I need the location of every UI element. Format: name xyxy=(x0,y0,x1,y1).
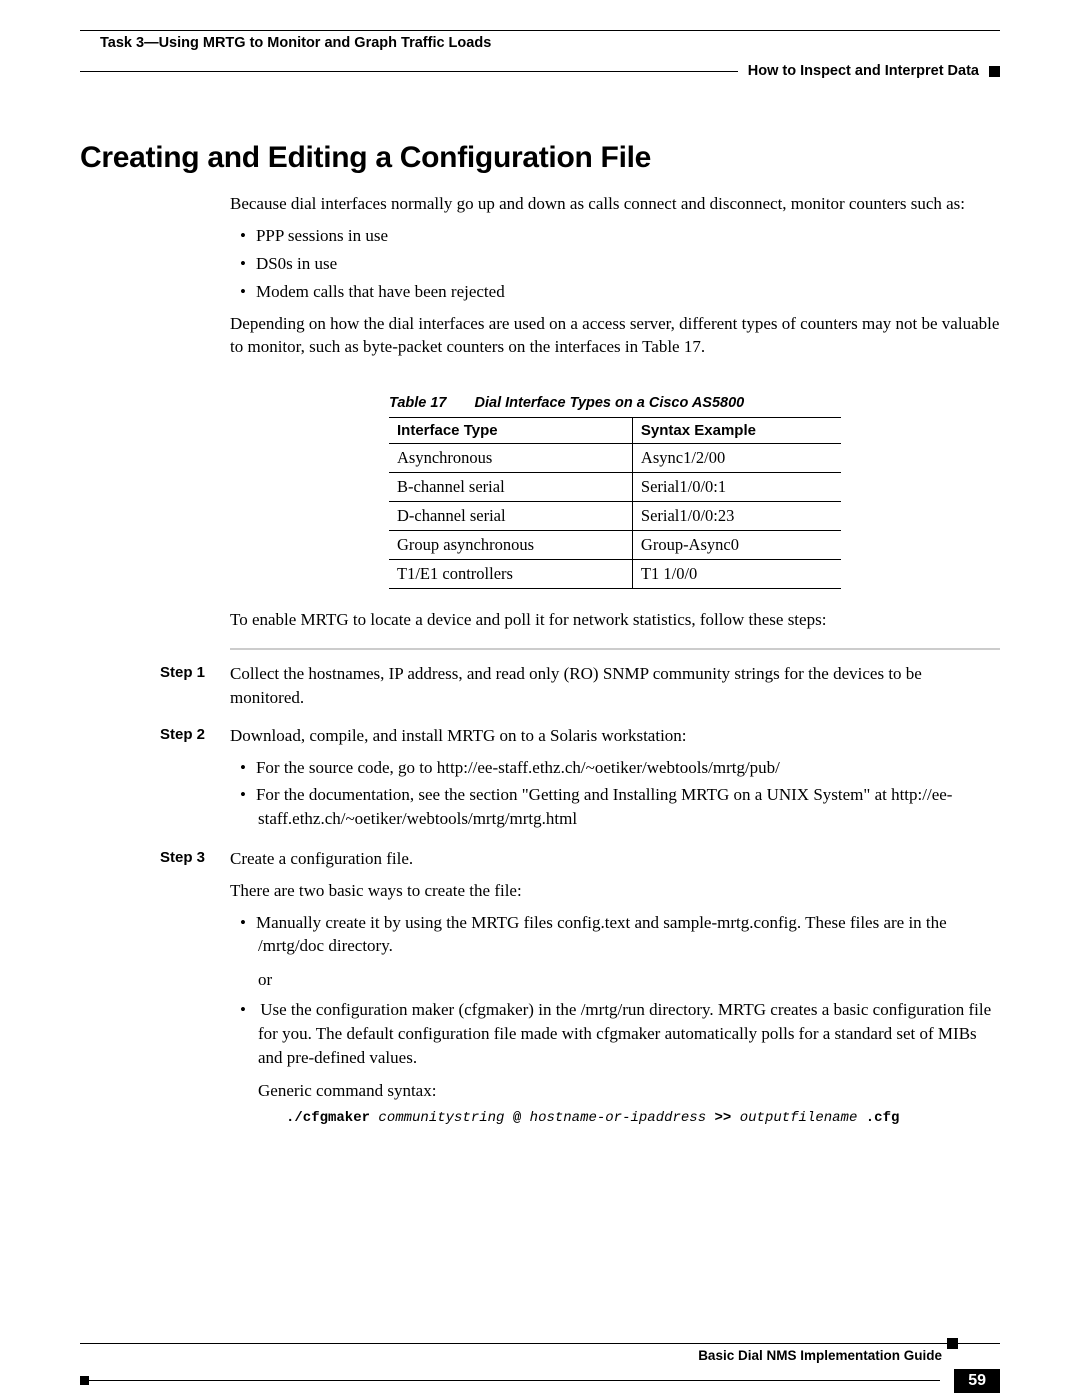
step-text: Collect the hostnames, IP address, and r… xyxy=(230,662,1000,710)
cell: T1 1/0/0 xyxy=(632,560,841,589)
step-row: Step 2 Download, compile, and install MR… xyxy=(160,724,1000,841)
or-text: or xyxy=(258,968,1000,992)
col-header: Syntax Example xyxy=(632,418,841,444)
subsection-title: How to Inspect and Interpret Data xyxy=(748,57,979,85)
step-row: Step 3 Create a configuration file. Ther… xyxy=(160,847,1000,1139)
list-item: Modem calls that have been rejected xyxy=(230,280,1000,304)
intro-bullets: PPP sessions in use DS0s in use Modem ca… xyxy=(230,224,1000,303)
page-number: 59 xyxy=(954,1369,1000,1393)
cell: T1/E1 controllers xyxy=(389,560,632,589)
step-row: Step 1 Collect the hostnames, IP address… xyxy=(160,662,1000,718)
code-token: hostname-or-ipaddress xyxy=(530,1110,706,1126)
interface-table: Interface Type Syntax Example Asynchrono… xyxy=(389,417,841,589)
after-table-paragraph: To enable MRTG to locate a device and po… xyxy=(230,609,1000,632)
table-row: Asynchronous Async1/2/00 xyxy=(389,444,841,473)
code-token: communitystring xyxy=(378,1110,504,1126)
list-item: For the source code, go to http://ee-sta… xyxy=(230,756,1000,780)
cell: Async1/2/00 xyxy=(632,444,841,473)
step-body: Create a configuration file. There are t… xyxy=(230,847,1000,1139)
table-caption: Table 17 Dial Interface Types on a Cisco… xyxy=(389,395,841,411)
step-text: Create a configuration file. xyxy=(230,847,1000,871)
step-bullets: Manually create it by using the MRTG fil… xyxy=(230,911,1000,959)
list-item: Use the configuration maker (cfgmaker) i… xyxy=(230,998,1000,1129)
cell: Group-Async0 xyxy=(632,531,841,560)
corner-square-icon xyxy=(80,1376,89,1385)
code-line: ./cfgmaker communitystring @ hostname-or… xyxy=(286,1109,1000,1129)
code-token: >> xyxy=(715,1110,732,1126)
list-item: PPP sessions in use xyxy=(230,224,1000,248)
step-body: Download, compile, and install MRTG on t… xyxy=(230,724,1000,841)
footer: Basic Dial NMS Implementation Guide 59 xyxy=(80,1343,1000,1363)
step-text: Download, compile, and install MRTG on t… xyxy=(230,724,1000,748)
header-sub-rule: How to Inspect and Interpret Data xyxy=(80,57,1000,85)
body-block: Because dial interfaces normally go up a… xyxy=(230,193,1000,632)
square-icon xyxy=(947,1338,958,1349)
task-header: Task 3—Using MRTG to Monitor and Graph T… xyxy=(80,31,1000,57)
step-bullets: For the source code, go to http://ee-sta… xyxy=(230,756,1000,831)
intro-paragraph: Because dial interfaces normally go up a… xyxy=(230,193,1000,216)
cell: Serial1/0/0:23 xyxy=(632,502,841,531)
list-item-text: Use the configuration maker (cfgmaker) i… xyxy=(258,1000,991,1067)
step-bullets: Use the configuration maker (cfgmaker) i… xyxy=(230,998,1000,1129)
cell: D-channel serial xyxy=(389,502,632,531)
table-number: Table 17 xyxy=(389,395,471,411)
code-token: ./cfgmaker xyxy=(286,1110,370,1126)
step-label: Step 1 xyxy=(160,662,230,681)
list-item: For the documentation, see the section "… xyxy=(230,783,1000,831)
cell: Asynchronous xyxy=(389,444,632,473)
cell: Serial1/0/0:1 xyxy=(632,473,841,502)
table-title: Dial Interface Types on a Cisco AS5800 xyxy=(475,395,745,411)
step-subtext: There are two basic ways to create the f… xyxy=(230,879,1000,903)
table-wrap: Table 17 Dial Interface Types on a Cisco… xyxy=(230,367,1000,609)
generic-syntax-label: Generic command syntax: xyxy=(258,1079,1000,1103)
code-token: .cfg xyxy=(866,1110,900,1126)
code-token: @ xyxy=(513,1110,521,1126)
steps-rule xyxy=(230,648,1000,650)
square-icon xyxy=(989,66,1000,77)
footer-low-rule xyxy=(80,1380,940,1381)
table-row: Group asynchronous Group-Async0 xyxy=(389,531,841,560)
table-row: D-channel serial Serial1/0/0:23 xyxy=(389,502,841,531)
step-label: Step 2 xyxy=(160,724,230,743)
intro2-paragraph: Depending on how the dial interfaces are… xyxy=(230,313,1000,359)
section-title: Creating and Editing a Configuration Fil… xyxy=(80,141,1000,175)
code-token: outputfilename xyxy=(740,1110,858,1126)
table-row: B-channel serial Serial1/0/0:1 xyxy=(389,473,841,502)
col-header: Interface Type xyxy=(389,418,632,444)
table-row: T1/E1 controllers T1 1/0/0 xyxy=(389,560,841,589)
rule-line xyxy=(80,71,738,72)
cell: B-channel serial xyxy=(389,473,632,502)
cell: Group asynchronous xyxy=(389,531,632,560)
step-body: Collect the hostnames, IP address, and r… xyxy=(230,662,1000,718)
page: Task 3—Using MRTG to Monitor and Graph T… xyxy=(0,0,1080,1397)
list-item: Manually create it by using the MRTG fil… xyxy=(230,911,1000,959)
list-item: DS0s in use xyxy=(230,252,1000,276)
guide-title: Basic Dial NMS Implementation Guide xyxy=(80,1344,1000,1363)
step-label: Step 3 xyxy=(160,847,230,866)
